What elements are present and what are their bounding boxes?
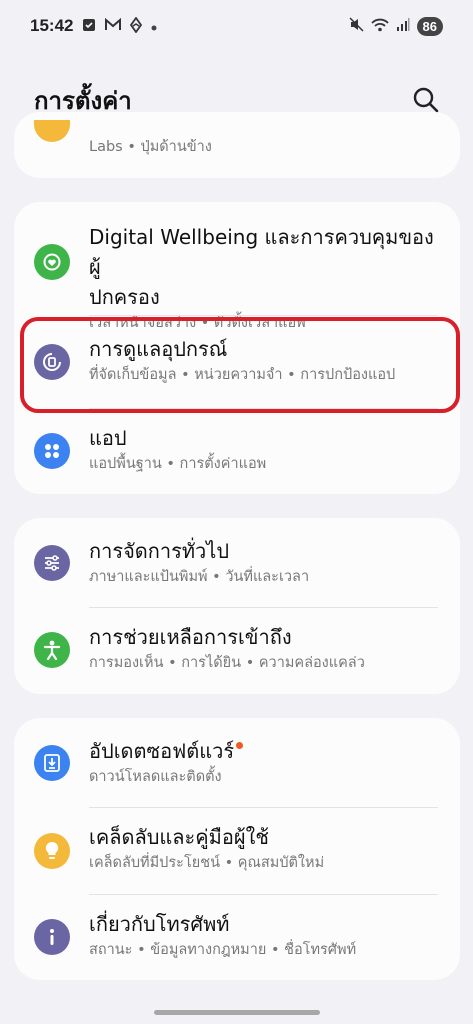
row-subtitle: การมองเห็น • การได้ยิน • ความคล่องแคล่ว xyxy=(89,655,365,671)
settings-row-digital-wellbeing[interactable]: Digital Wellbeing และการควบคุมของผู้ ปกค… xyxy=(14,202,460,331)
mute-icon xyxy=(349,17,364,35)
info-icon xyxy=(34,919,70,955)
settings-row-tips[interactable]: เคล็ดลับและคู่มือผู้ใช้ เคล็ดลับที่มีประ… xyxy=(14,808,460,894)
lightbulb-icon xyxy=(34,833,70,869)
settings-card-3: อัปเดตซอฟต์แวร์ ดาวน์โหลดและติดตั้ง เคล็… xyxy=(14,718,460,980)
settings-card-1: Digital Wellbeing และการควบคุมของผู้ ปกค… xyxy=(14,202,460,494)
accessibility-icon xyxy=(34,632,70,668)
dot-icon xyxy=(151,19,157,34)
settings-card-2: การจัดการทั่วไป ภาษาและแป้นพิมพ์ • วันที… xyxy=(14,518,460,694)
row-title: เคล็ดลับและคู่มือผู้ใช้ xyxy=(89,825,269,849)
signal-icon xyxy=(396,17,410,35)
sliders-icon xyxy=(34,545,70,581)
row-title-text: อัปเดตซอฟต์แวร์ xyxy=(89,739,235,763)
apps-icon xyxy=(34,433,70,469)
heart-icon xyxy=(34,244,70,280)
row-subtitle: ที่จัดเก็บข้อมูล • หน่วยความจำ • การปกป้… xyxy=(89,367,396,383)
status-time: 15:42 xyxy=(30,16,74,35)
row-title-line2: ปกครอง xyxy=(89,285,160,309)
row-title-line1: Digital Wellbeing และการควบคุมของผู้ xyxy=(89,225,434,279)
device-care-icon xyxy=(34,344,70,380)
battery-level: 86 xyxy=(416,16,443,36)
settings-row-apps[interactable]: แอป แอปพื้นฐาน • การตั้งค่าแอพ xyxy=(14,409,460,494)
row-title: อัปเดตซอฟต์แวร์ xyxy=(89,736,440,766)
gesture-nav-handle[interactable] xyxy=(154,1010,320,1015)
update-badge xyxy=(236,742,244,749)
settings-row-software-update[interactable]: อัปเดตซอฟต์แวร์ ดาวน์โหลดและติดตั้ง xyxy=(14,718,460,806)
settings-row-about-phone[interactable]: เกี่ยวกับโทรศัพท์ สถานะ • ข้อมูลทางกฎหมา… xyxy=(14,895,460,980)
advanced-features-icon xyxy=(34,120,70,142)
gmail-icon xyxy=(105,17,122,34)
message-icon xyxy=(82,18,96,35)
row-subtitle: สถานะ • ข้อมูลทางกฎหมาย • ชื่อโทรศัพท์ xyxy=(89,942,357,958)
row-subtitle: ภาษาและแป้นพิมพ์ • วันที่และเวลา xyxy=(89,569,310,585)
row-subtitle: ดาวน์โหลดและติดตั้ง xyxy=(89,769,222,785)
settings-row-device-care[interactable]: การดูแลอุปกรณ์ ที่จัดเก็บข้อมูล • หน่วยค… xyxy=(14,316,460,408)
row-subtitle: แอปพื้นฐาน • การตั้งค่าแอพ xyxy=(89,456,267,472)
row-title: แอป xyxy=(89,426,127,450)
settings-card-partial: Labs • ปุ่มด้านข้าง xyxy=(14,112,460,178)
messenger-icon xyxy=(130,15,143,36)
search-button[interactable] xyxy=(411,85,441,115)
wifi-icon xyxy=(370,18,389,35)
settings-row-advanced[interactable]: Labs • ปุ่มด้านข้าง xyxy=(14,112,460,178)
search-icon xyxy=(413,87,439,113)
settings-row-accessibility[interactable]: การช่วยเหลือการเข้าถึง การมองเห็น • การไ… xyxy=(14,608,460,694)
status-bar: 15:42 86 xyxy=(0,0,473,52)
row-title: เกี่ยวกับโทรศัพท์ xyxy=(89,912,230,936)
row-subtitle: เคล็ดลับที่มีประโยชน์ • คุณสมบัติใหม่ xyxy=(89,855,325,871)
download-icon xyxy=(34,745,70,781)
settings-row-general-management[interactable]: การจัดการทั่วไป ภาษาและแป้นพิมพ์ • วันที… xyxy=(14,518,460,606)
row-title: การดูแลอุปกรณ์ xyxy=(89,337,228,361)
row-title: การจัดการทั่วไป xyxy=(89,539,230,563)
row-subtitle: Labs • ปุ่มด้านข้าง xyxy=(89,139,212,155)
row-title: การช่วยเหลือการเข้าถึง xyxy=(89,625,292,649)
